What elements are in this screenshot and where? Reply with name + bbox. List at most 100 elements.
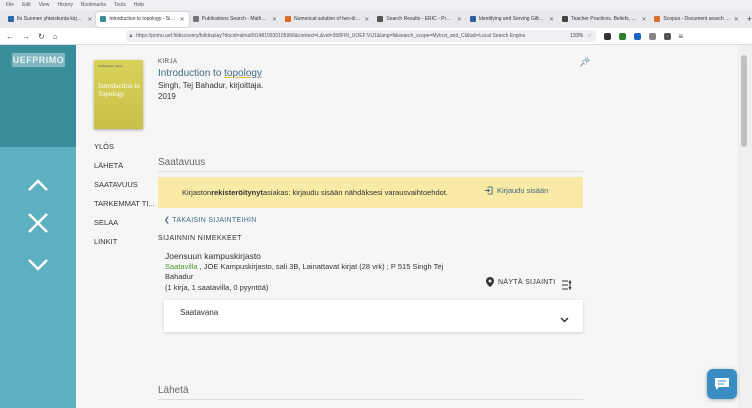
availability-heading: Saatavuus bbox=[158, 157, 206, 168]
page-scrollbar[interactable] bbox=[738, 45, 752, 408]
divider bbox=[158, 399, 583, 400]
chevron-down-icon[interactable] bbox=[560, 310, 569, 328]
location-info: Saatavilla , JOE Kampuskirjasto, sali 3B… bbox=[165, 262, 471, 282]
section-nav-item-browse[interactable]: SELAA bbox=[94, 218, 155, 237]
close-tab-icon[interactable]: ✕ bbox=[549, 16, 554, 23]
extension-icon[interactable] bbox=[648, 32, 656, 40]
close-tab-icon[interactable]: ✕ bbox=[641, 16, 646, 23]
record-title[interactable]: Introduction to topology bbox=[158, 68, 262, 79]
close-tab-icon[interactable]: ✕ bbox=[87, 16, 92, 23]
item-counts: (1 kirja, 1 saatavilla, 0 pyyntöä) bbox=[165, 283, 269, 292]
notice-suffix: asiakas: kirjaudu sisään nähdäksesi vara… bbox=[262, 188, 448, 197]
menu-view[interactable]: View bbox=[39, 2, 50, 8]
filter-list-icon[interactable] bbox=[562, 277, 573, 295]
login-button[interactable]: Kirjaudu sisään bbox=[484, 186, 548, 195]
divider bbox=[158, 171, 583, 172]
tab-favicon bbox=[469, 16, 476, 22]
zoom-level[interactable]: 133% bbox=[570, 33, 583, 39]
sidebar-header: UEFPRIMO bbox=[0, 45, 76, 147]
scroll-up-button[interactable] bbox=[24, 173, 52, 197]
title-text: Introduction to bbox=[158, 68, 225, 79]
close-tab-icon[interactable]: ✕ bbox=[180, 16, 185, 23]
tab-favicon bbox=[654, 16, 661, 22]
forward-arrow-icon[interactable]: → bbox=[22, 32, 30, 41]
menu-file[interactable]: File bbox=[6, 2, 14, 8]
back-arrow-icon[interactable]: ← bbox=[6, 32, 14, 41]
login-icon bbox=[484, 186, 493, 195]
show-location-label: NÄYTÄ SIJAINTI bbox=[498, 278, 556, 286]
scrollbar-thumb[interactable] bbox=[741, 55, 747, 147]
library-name: Joensuun kampuskirjasto bbox=[165, 251, 261, 261]
menu-bookmarks[interactable]: Bookmarks bbox=[81, 2, 106, 8]
tab-title: Teacher Practices, Beliefs, and bbox=[571, 16, 639, 22]
reload-icon[interactable]: ↻ bbox=[38, 32, 45, 41]
chevron-up-icon bbox=[28, 179, 48, 191]
menu-tools[interactable]: Tools bbox=[114, 2, 126, 8]
chat-icon bbox=[715, 378, 729, 390]
send-section-heading: Lähetä bbox=[158, 385, 189, 396]
menu-edit[interactable]: Edit bbox=[22, 2, 31, 8]
close-tab-icon[interactable]: ✕ bbox=[734, 16, 739, 23]
new-tab-icon[interactable]: + bbox=[747, 14, 752, 24]
login-label: Kirjaudu sisään bbox=[497, 186, 549, 195]
browser-tab[interactable]: Teacher Practices, Beliefs, and ✕ bbox=[558, 12, 650, 27]
uef-primo-logo[interactable]: UEFPRIMO bbox=[12, 53, 65, 67]
cover-author: Tej Bahadur Singh bbox=[98, 64, 123, 68]
home-icon[interactable]: ⌂ bbox=[53, 32, 58, 41]
url-text: https://primo.uef.fi/discovery/fulldispl… bbox=[136, 33, 526, 39]
browser-tab[interactable]: Publications Search - MathSciNet ✕ bbox=[189, 12, 281, 27]
chat-button[interactable] bbox=[707, 369, 737, 399]
browser-tab[interactable]: Scopus - Document search results ✕ bbox=[650, 12, 742, 27]
tab-favicon bbox=[192, 16, 199, 22]
section-nav-item-details[interactable]: TARKEMMAT TI... bbox=[94, 199, 155, 218]
record-full-display: Tej Bahadur Singh Introduction to Topolo… bbox=[76, 45, 738, 408]
browser-tab[interactable]: Identifying and Serving Gifted and✕ bbox=[466, 12, 558, 27]
tab-favicon bbox=[377, 16, 384, 22]
address-bar[interactable]: 🔒︎ https://primo.uef.fi/discovery/fulldi… bbox=[125, 30, 596, 42]
browser-menubar: File Edit View History Bookmarks Tools H… bbox=[0, 0, 752, 10]
browser-navbar: ← → ↻ ⌂ 🔒︎ https://primo.uef.fi/discover… bbox=[0, 28, 752, 45]
extension-icon[interactable] bbox=[618, 32, 626, 40]
pin-icon[interactable]: 📌︎ bbox=[579, 57, 590, 68]
back-label: TAKAISIN SIJAINTEIHIN bbox=[172, 217, 257, 224]
menu-history[interactable]: History bbox=[57, 2, 73, 8]
locations-heading: SIJAINNIN NIMEKKEET bbox=[158, 235, 242, 242]
chevron-down-icon bbox=[28, 259, 48, 271]
back-to-locations-link[interactable]: ❮ TAKAISIN SIJAINTEIHIN bbox=[164, 216, 257, 224]
section-nav-item-availability[interactable]: SAATAVUUS bbox=[94, 180, 155, 199]
availability-status: Saatavilla bbox=[165, 262, 198, 271]
section-nav-item-up[interactable]: YLÖS bbox=[94, 142, 155, 161]
title-highlight: topology bbox=[224, 68, 262, 79]
record-type: KIRJA bbox=[158, 59, 178, 65]
section-nav-item-send[interactable]: LÄHETÄ bbox=[94, 161, 155, 180]
close-icon bbox=[28, 213, 48, 233]
section-nav-item-links[interactable]: LINKIT bbox=[94, 237, 155, 256]
record-author[interactable]: Singh, Tej Bahadur, kirjoittaja. bbox=[158, 81, 263, 90]
bookmark-star-icon[interactable]: ☆ bbox=[587, 33, 591, 39]
close-tab-icon[interactable]: ✕ bbox=[272, 16, 277, 23]
tab-title: Introduction to topology - Singh bbox=[109, 16, 177, 22]
show-location-button[interactable]: NÄYTÄ SIJAINTI bbox=[486, 277, 556, 287]
browser-tab[interactable]: Ilo Suomen yhteiskunta kirjoissa ✕ bbox=[4, 12, 96, 27]
tab-title: Ilo Suomen yhteiskunta kirjoissa bbox=[17, 16, 85, 22]
close-record-button[interactable] bbox=[24, 211, 52, 235]
close-tab-icon[interactable]: ✕ bbox=[364, 16, 369, 23]
scroll-down-button[interactable] bbox=[24, 253, 52, 277]
tab-title: Numerical solution of two-dimensional bbox=[294, 16, 361, 22]
notice-prefix: Kirjaston bbox=[182, 188, 212, 197]
tab-title: Identifying and Serving Gifted and bbox=[478, 16, 546, 22]
browser-tab[interactable]: Search Results - ERIC - ProQuest ✕ bbox=[373, 12, 465, 27]
tab-favicon bbox=[562, 16, 569, 22]
extension-icon[interactable] bbox=[633, 32, 641, 40]
map-pin-icon bbox=[486, 277, 494, 287]
menu-help[interactable]: Help bbox=[134, 2, 144, 8]
menu-hamburger-icon[interactable]: ≡ bbox=[679, 32, 684, 41]
extension-icon[interactable] bbox=[603, 32, 611, 40]
browser-tab-active[interactable]: Introduction to topology - Singh ✕ bbox=[96, 11, 189, 27]
book-cover[interactable]: Tej Bahadur Singh Introduction to Topolo… bbox=[94, 60, 143, 129]
extension-icon[interactable] bbox=[663, 32, 671, 40]
close-tab-icon[interactable]: ✕ bbox=[457, 16, 462, 23]
browser-tab[interactable]: Numerical solution of two-dimensional✕ bbox=[281, 12, 373, 27]
primo-sidebar: UEFPRIMO bbox=[0, 45, 76, 408]
availability-card[interactable]: Saatavana bbox=[164, 300, 583, 332]
